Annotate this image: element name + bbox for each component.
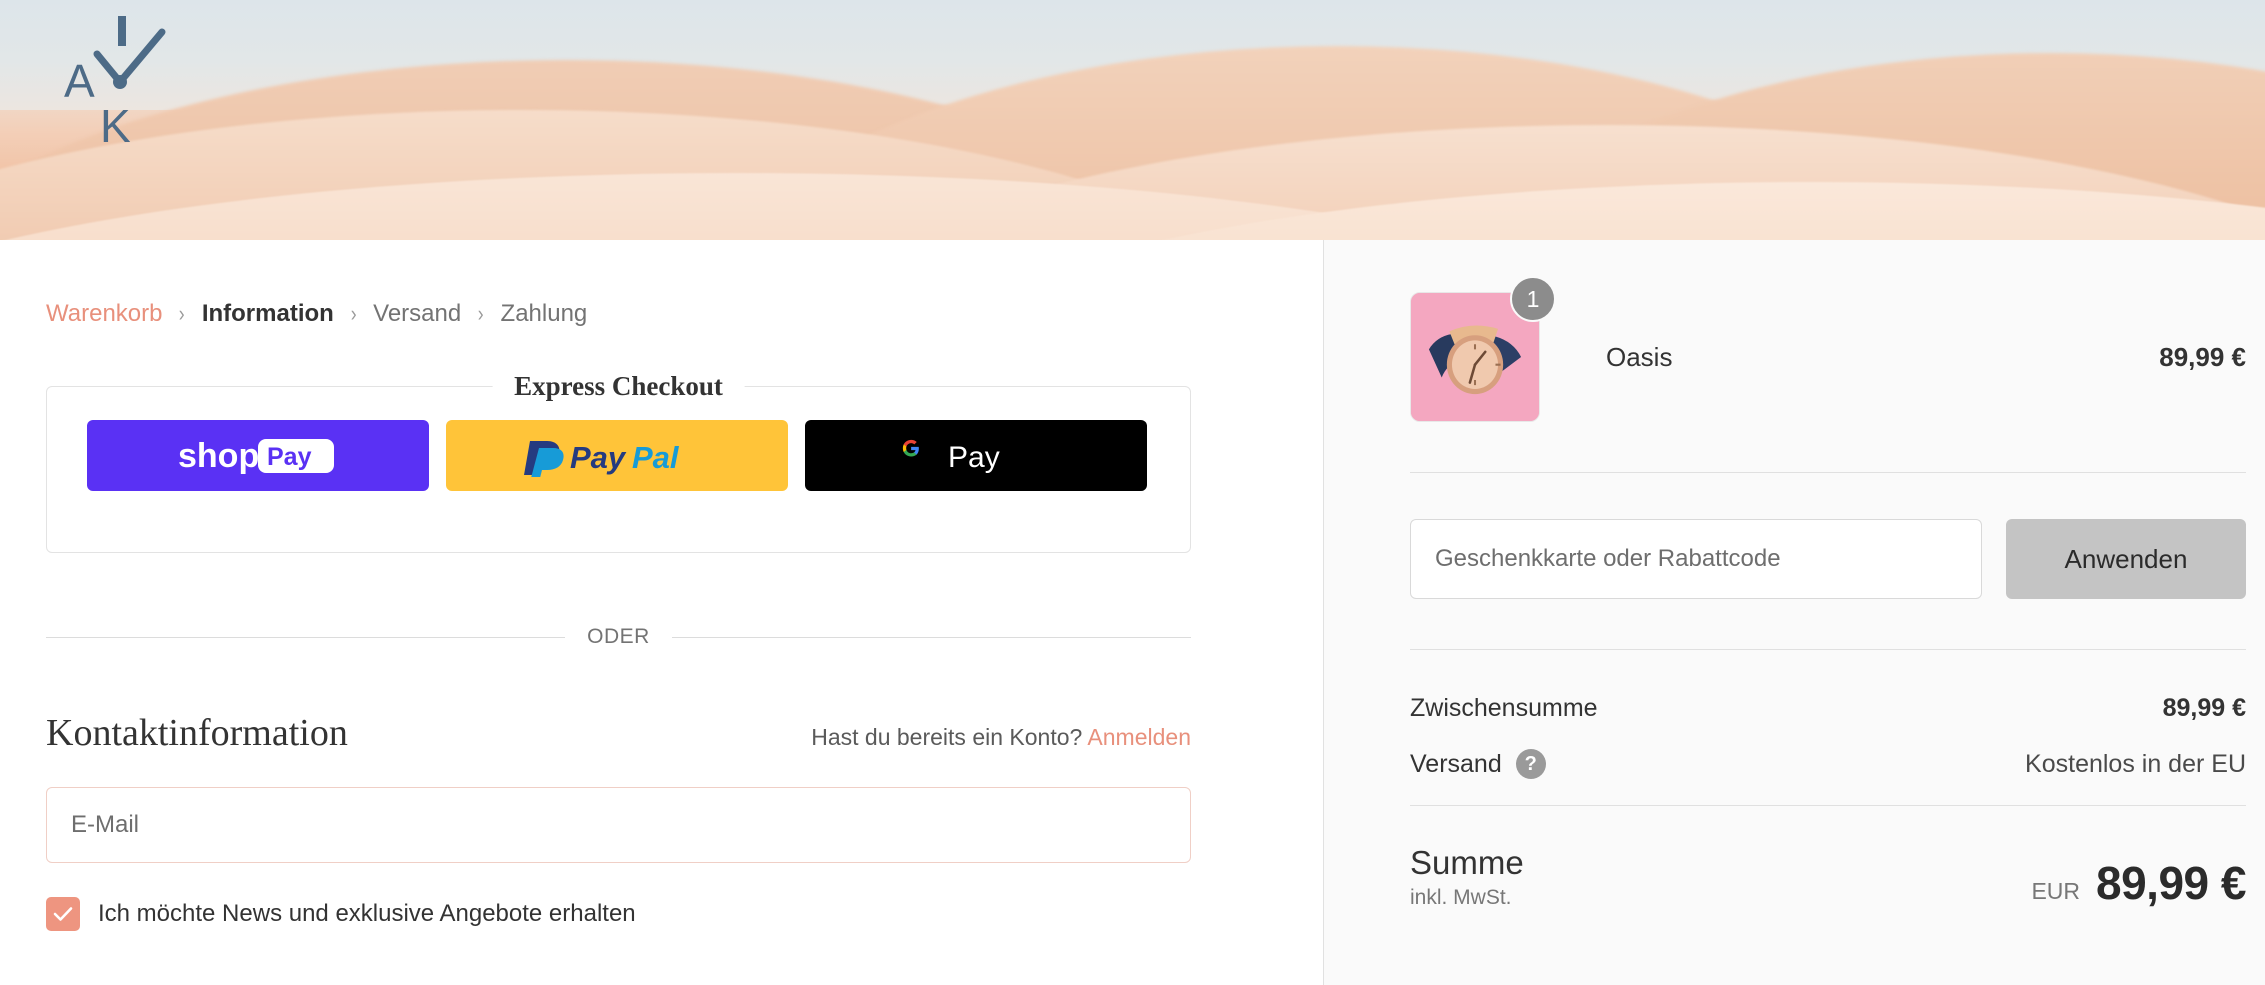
- apply-discount-button[interactable]: Anwenden: [2006, 519, 2246, 599]
- subtotal-label: Zwischensumme: [1410, 694, 1598, 722]
- chevron-right-icon: ›: [179, 301, 186, 326]
- grand-total-divider: [1410, 805, 2246, 806]
- summary-divider: [1410, 472, 2246, 473]
- login-link[interactable]: Anmelden: [1087, 724, 1191, 750]
- newsletter-checkbox[interactable]: [46, 897, 80, 931]
- svg-text:Pay: Pay: [948, 441, 1000, 474]
- breadcrumb-item-versand[interactable]: Versand: [373, 302, 461, 326]
- product-name: Oasis: [1606, 341, 1673, 372]
- breadcrumb-item-warenkorb[interactable]: Warenkorb: [46, 302, 162, 326]
- store-logo[interactable]: A K: [42, 2, 232, 192]
- discount-code-input[interactable]: [1410, 519, 1982, 599]
- svg-text:Pal: Pal: [632, 440, 680, 475]
- svg-text:Pay: Pay: [570, 440, 627, 475]
- svg-text:K: K: [100, 100, 131, 152]
- chevron-right-icon: ›: [477, 301, 484, 326]
- express-checkout-buttons: shop Pay Pay Pal Pay: [47, 387, 1190, 524]
- hero-banner: A K: [0, 0, 2265, 240]
- google-pay-icon: Pay: [902, 439, 1000, 474]
- express-checkout-legend: Express Checkout: [492, 371, 745, 402]
- grand-total-value: 89,99 €: [2096, 856, 2246, 909]
- grand-total-label: Summe: [1410, 844, 1524, 881]
- product-price: 89,99 €: [2159, 341, 2246, 372]
- or-divider: ODER: [46, 625, 1191, 649]
- order-summary-sidebar: 1 Oasis 89,99 € Anwenden Zwischensumme 8…: [1323, 240, 2265, 985]
- newsletter-checkbox-row[interactable]: Ich möchte News und exklusive Angebote e…: [46, 897, 1191, 931]
- account-prompt: Hast du bereits ein Konto? Anmelden: [811, 724, 1191, 751]
- currency-code: EUR: [2031, 877, 2081, 904]
- grand-total-amount: EUR 89,99 €: [2031, 856, 2246, 910]
- svg-text:A: A: [64, 55, 95, 107]
- account-prompt-text: Hast du bereits ein Konto?: [811, 724, 1083, 750]
- shipping-label-wrap: Versand ?: [1410, 749, 1546, 779]
- product-thumbnail-wrapper: 1: [1410, 276, 1556, 422]
- svg-text:Pay: Pay: [267, 443, 312, 471]
- paypal-button[interactable]: Pay Pal: [446, 420, 788, 491]
- checkout-main-column: Warenkorb › Information › Versand › Zahl…: [0, 240, 1323, 985]
- shipping-label: Versand: [1410, 749, 1502, 778]
- breadcrumb-item-zahlung[interactable]: Zahlung: [501, 302, 588, 326]
- grand-total-tax-note: inkl. MwSt.: [1410, 885, 1512, 909]
- subtotal-row: Zwischensumme 89,99 €: [1410, 694, 2246, 723]
- breadcrumb: Warenkorb › Information › Versand › Zahl…: [46, 240, 1191, 326]
- shop-pay-icon: shop Pay: [178, 437, 334, 475]
- shop-pay-button[interactable]: shop Pay: [87, 420, 429, 491]
- newsletter-label: Ich möchte News und exklusive Angebote e…: [98, 900, 636, 927]
- breadcrumb-item-information[interactable]: Information: [202, 302, 334, 326]
- grand-total-labels: Summe inkl. MwSt.: [1410, 844, 1524, 910]
- divider-label: ODER: [587, 625, 650, 648]
- divider-line-left: [46, 636, 566, 638]
- divider-line-right: [671, 636, 1191, 638]
- checkout-page: A K Warenkorb › Information › Versand › …: [0, 0, 2265, 985]
- check-icon: [53, 907, 73, 921]
- express-checkout-section: Express Checkout shop Pay Pay Pal Pay: [46, 371, 1191, 553]
- grand-total-row: Summe inkl. MwSt. EUR 89,99 €: [1410, 844, 2246, 910]
- email-input[interactable]: [46, 787, 1191, 863]
- help-icon[interactable]: ?: [1515, 749, 1546, 779]
- order-line-item: 1 Oasis 89,99 €: [1410, 240, 2246, 422]
- google-pay-button[interactable]: Pay: [805, 420, 1147, 491]
- shipping-value: Kostenlos in der EU: [2025, 749, 2246, 778]
- quantity-badge: 1: [1510, 276, 1556, 322]
- contact-title: Kontaktinformation: [46, 712, 348, 754]
- totals-section: Zwischensumme 89,99 € Versand ? Kostenlo…: [1410, 694, 2246, 779]
- paypal-icon: Pay Pal: [524, 440, 680, 477]
- subtotal-value: 89,99 €: [2162, 694, 2246, 722]
- summary-divider: [1410, 649, 2246, 650]
- contact-header: Kontaktinformation Hast du bereits ein K…: [46, 711, 1191, 755]
- chevron-right-icon: ›: [350, 301, 357, 326]
- svg-text:shop: shop: [178, 437, 259, 475]
- discount-row: Anwenden: [1410, 519, 2246, 599]
- shipping-row: Versand ? Kostenlos in der EU: [1410, 749, 2246, 779]
